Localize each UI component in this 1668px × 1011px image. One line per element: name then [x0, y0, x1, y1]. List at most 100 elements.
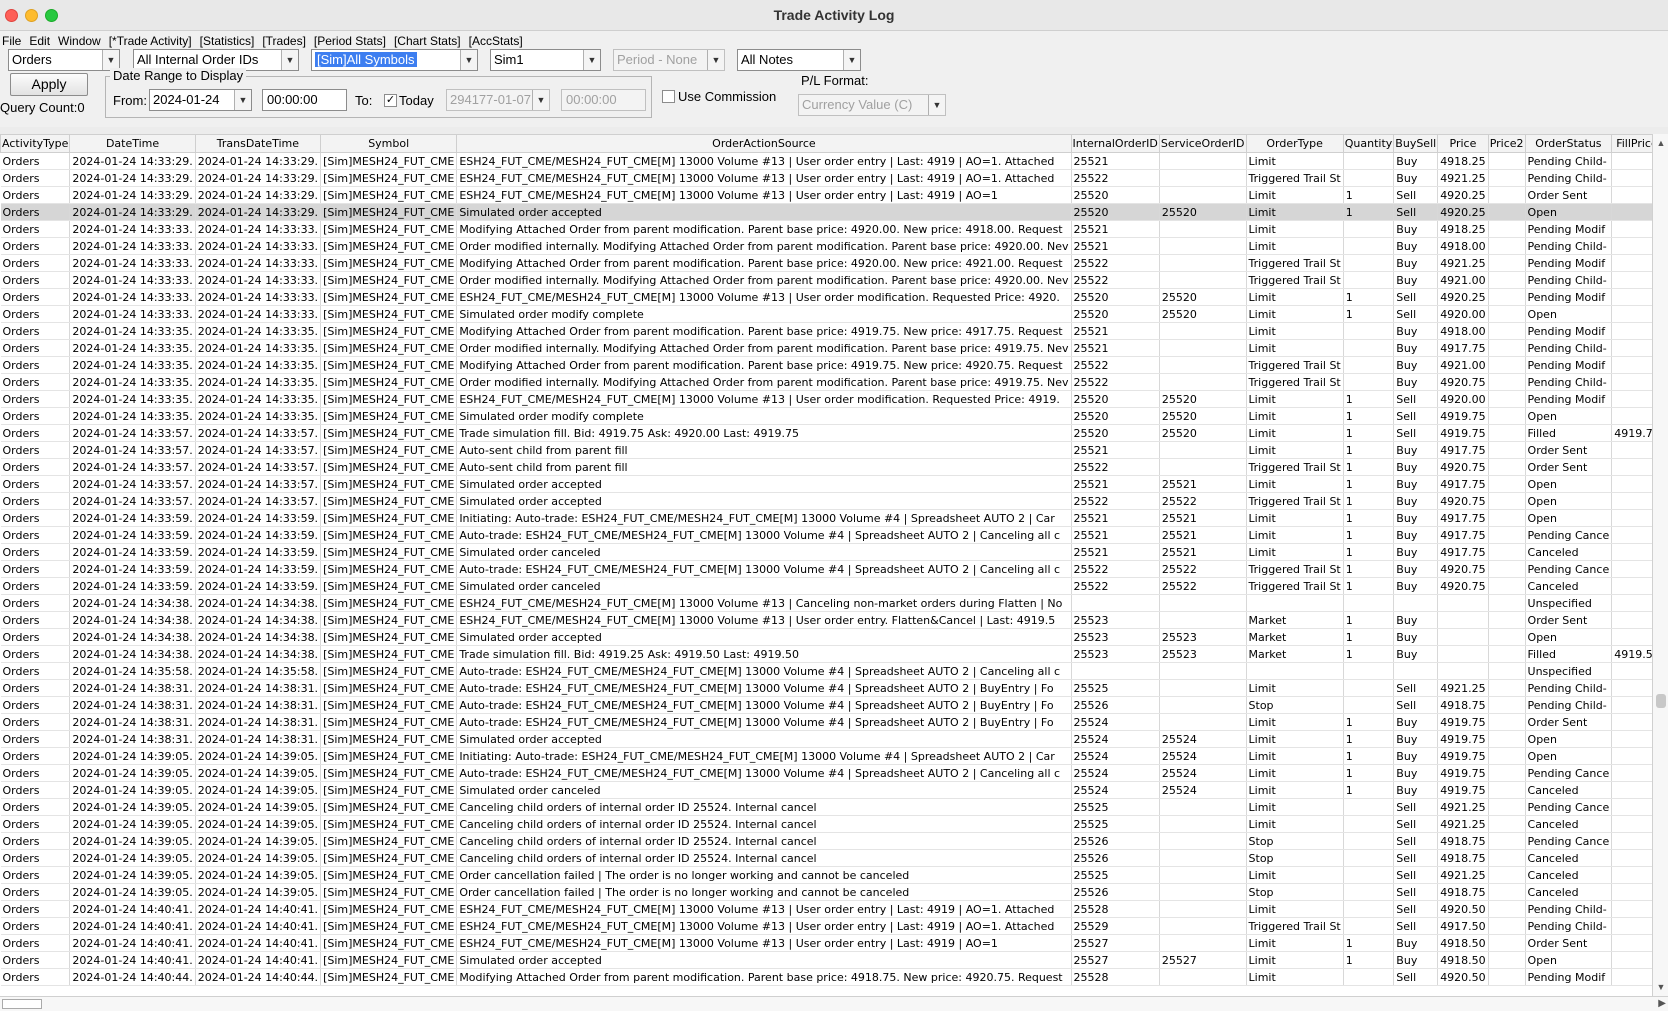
table-row[interactable]: Orders 2024-01-24 14:33:33. 2024-01-24 14:… [0, 220, 1652, 238]
table-row[interactable]: Orders 2024-01-24 14:33:29. 2024-01-24 14:… [0, 169, 1652, 187]
from-date-picker[interactable]: 2024-01-24 ▼ [149, 89, 252, 111]
symbol-select[interactable]: [Sim]All Symbols ▼ [311, 49, 478, 71]
pl-format-select[interactable]: Currency Value (C) ▼ [798, 94, 946, 116]
scroll-down-icon[interactable]: ▼ [1654, 980, 1668, 994]
notes-select[interactable]: All Notes ▼ [737, 49, 861, 71]
table-row[interactable]: Orders 2024-01-24 14:34:38. 2024-01-24 14:… [0, 645, 1652, 663]
table-row[interactable]: Orders 2024-01-24 14:33:33. 2024-01-24 14:… [0, 237, 1652, 255]
table-row[interactable]: Orders 2024-01-24 14:40:41. 2024-01-24 14:… [0, 900, 1652, 918]
table-row[interactable]: Orders 2024-01-24 14:33:57. 2024-01-24 14:… [0, 424, 1652, 442]
table-row[interactable]: Orders 2024-01-24 14:33:33. 2024-01-24 14:… [0, 271, 1652, 289]
use-commission-checkbox[interactable] [662, 90, 675, 103]
account-select[interactable]: Sim1 ▼ [490, 49, 601, 71]
menu-item-statistics[interactable]: [Statistics] [198, 34, 261, 48]
cell-serviceorderid [1159, 849, 1247, 867]
menu-item-period-stats[interactable]: [Period Stats] [312, 34, 392, 48]
table-row[interactable]: Orders 2024-01-24 14:39:05. 2024-01-24 14:… [0, 883, 1652, 901]
table-row[interactable]: Orders 2024-01-24 14:33:33. 2024-01-24 14:… [0, 288, 1652, 306]
column-header-activitytype[interactable]: ActivityType [0, 134, 71, 153]
table-row[interactable]: Orders 2024-01-24 14:39:05. 2024-01-24 14:… [0, 764, 1652, 782]
table-row[interactable]: Orders 2024-01-24 14:33:57. 2024-01-24 14:… [0, 492, 1652, 510]
table-row[interactable]: Orders 2024-01-24 14:33:33. 2024-01-24 14:… [0, 254, 1652, 272]
table-row[interactable]: Orders 2024-01-24 14:33:59. 2024-01-24 14:… [0, 543, 1652, 561]
column-header-orderstatus[interactable]: OrderStatus [1524, 134, 1613, 153]
table-row[interactable]: Orders 2024-01-24 14:33:59. 2024-01-24 14:… [0, 560, 1652, 578]
menu-item-chart-stats[interactable]: [Chart Stats] [392, 34, 467, 48]
from-time-field[interactable]: 00:00:00 [262, 89, 347, 111]
table-row[interactable]: Orders 2024-01-24 14:39:05. 2024-01-24 14:… [0, 747, 1652, 765]
table-row[interactable]: Orders 2024-01-24 14:33:59. 2024-01-24 14:… [0, 509, 1652, 527]
table-row[interactable]: Orders 2024-01-24 14:33:57. 2024-01-24 14:… [0, 458, 1652, 476]
column-header-orderactionsource[interactable]: OrderActionSource [456, 134, 1072, 153]
vertical-scrollbar[interactable]: ▲ ▼ [1652, 134, 1668, 996]
column-header-quantity[interactable]: Quantity [1342, 134, 1395, 153]
table-row[interactable]: Orders 2024-01-24 14:33:35. 2024-01-24 14:… [0, 407, 1652, 425]
menu-item-trade-activity[interactable]: [*Trade Activity] [107, 34, 198, 48]
table-row[interactable]: Orders 2024-01-24 14:33:57. 2024-01-24 14:… [0, 475, 1652, 493]
column-header-serviceorderid[interactable]: ServiceOrderID [1158, 134, 1247, 153]
scroll-thumb[interactable] [1656, 694, 1666, 708]
table-row[interactable]: Orders 2024-01-24 14:35:58. 2024-01-24 14:… [0, 662, 1652, 680]
horizontal-scroll-thumb[interactable] [2, 999, 42, 1009]
table-row[interactable]: Orders 2024-01-24 14:34:38. 2024-01-24 14:… [0, 594, 1652, 612]
table-row[interactable]: Orders 2024-01-24 14:38:31. 2024-01-24 14:… [0, 730, 1652, 748]
table-row[interactable]: Orders 2024-01-24 14:39:05. 2024-01-24 14:… [0, 815, 1652, 833]
cell-serviceorderid: 25524 [1159, 747, 1247, 765]
table-row[interactable]: Orders 2024-01-24 14:33:59. 2024-01-24 14:… [0, 577, 1652, 595]
column-header-buysell[interactable]: BuySell [1393, 134, 1439, 153]
table-row[interactable]: Orders 2024-01-24 14:40:41. 2024-01-24 14:… [0, 917, 1652, 935]
table-row[interactable]: Orders 2024-01-24 14:33:35. 2024-01-24 14:… [0, 356, 1652, 374]
table-row[interactable]: Orders 2024-01-24 14:34:38. 2024-01-24 14:… [0, 628, 1652, 646]
table-row[interactable]: Orders 2024-01-24 14:40:44. 2024-01-24 14:… [0, 968, 1652, 986]
table-row[interactable]: Orders 2024-01-24 14:33:29. 2024-01-24 14:… [0, 203, 1652, 221]
column-header-datetime[interactable]: DateTime [69, 134, 196, 153]
table-row[interactable]: Orders 2024-01-24 14:33:35. 2024-01-24 14:… [0, 373, 1652, 391]
table-row[interactable]: Orders 2024-01-24 14:39:05. 2024-01-24 14:… [0, 798, 1652, 816]
table-row[interactable]: Orders 2024-01-24 14:38:31. 2024-01-24 14:… [0, 696, 1652, 714]
table-row[interactable]: Orders 2024-01-24 14:40:41. 2024-01-24 14:… [0, 951, 1652, 969]
table-row[interactable]: Orders 2024-01-24 14:39:05. 2024-01-24 14:… [0, 866, 1652, 884]
table-row[interactable]: Orders 2024-01-24 14:33:59. 2024-01-24 14:… [0, 526, 1652, 544]
table-row[interactable]: Orders 2024-01-24 14:33:57. 2024-01-24 14:… [0, 441, 1652, 459]
table-row[interactable]: Orders 2024-01-24 14:33:35. 2024-01-24 14:… [0, 322, 1652, 340]
to-time-field[interactable]: 00:00:00 [561, 89, 646, 111]
table-row[interactable]: Orders 2024-01-24 14:39:05. 2024-01-24 14:… [0, 849, 1652, 867]
apply-button[interactable]: Apply [10, 73, 88, 96]
activity-type-select[interactable]: Orders ▼ [8, 49, 120, 71]
cell-orderactionsource: Simulated order modify complete [456, 407, 1072, 425]
period-select[interactable]: Period - None ▼ [613, 49, 725, 71]
menu-item-file[interactable]: File [0, 34, 27, 48]
column-header-ordertype[interactable]: OrderType [1245, 134, 1344, 153]
column-header-internalorderid[interactable]: InternalOrderID [1070, 134, 1160, 153]
table-row[interactable]: Orders 2024-01-24 14:39:05. 2024-01-24 14:… [0, 832, 1652, 850]
cell-serviceorderid [1159, 679, 1247, 697]
menu-item-edit[interactable]: Edit [27, 34, 56, 48]
cell-orderstatus: Pending Cance [1525, 832, 1613, 850]
table-row[interactable]: Orders 2024-01-24 14:38:31. 2024-01-24 14:… [0, 679, 1652, 697]
table-row[interactable]: Orders 2024-01-24 14:33:29. 2024-01-24 14:… [0, 186, 1652, 204]
menu-item-accstats[interactable]: [AccStats] [467, 34, 529, 48]
table-row[interactable]: Orders 2024-01-24 14:39:05. 2024-01-24 14:… [0, 781, 1652, 799]
cell-datetime: 2024-01-24 14:38:31. [69, 730, 196, 748]
today-checkbox[interactable]: ✓ [384, 94, 397, 107]
menu-item-trades[interactable]: [Trades] [260, 34, 312, 48]
cell-datetime: 2024-01-24 14:34:38. [69, 611, 196, 629]
scroll-up-icon[interactable]: ▲ [1654, 136, 1668, 150]
table-row[interactable]: Orders 2024-01-24 14:33:35. 2024-01-24 14:… [0, 390, 1652, 408]
column-header-price2[interactable]: Price2 [1487, 134, 1526, 153]
column-header-symbol[interactable]: Symbol [320, 134, 458, 153]
scroll-right-icon[interactable]: ▶ [1658, 997, 1666, 1011]
menu-item-window[interactable]: Window [56, 34, 107, 48]
table-row[interactable]: Orders 2024-01-24 14:33:29. 2024-01-24 14:… [0, 152, 1652, 170]
column-header-transdatetime[interactable]: TransDateTime [194, 134, 322, 153]
cell-activitytype: Orders [0, 390, 71, 408]
column-header-fillprice[interactable]: FillPrice [1611, 134, 1652, 153]
horizontal-scrollbar[interactable]: ▶ [0, 996, 1668, 1011]
table-row[interactable]: Orders 2024-01-24 14:33:35. 2024-01-24 14:… [0, 339, 1652, 357]
table-row[interactable]: Orders 2024-01-24 14:40:41. 2024-01-24 14:… [0, 934, 1652, 952]
to-date-picker[interactable]: 294177-01-07 ▼ [446, 89, 550, 111]
table-row[interactable]: Orders 2024-01-24 14:34:38. 2024-01-24 14:… [0, 611, 1652, 629]
table-row[interactable]: Orders 2024-01-24 14:38:31. 2024-01-24 14:… [0, 713, 1652, 731]
table-row[interactable]: Orders 2024-01-24 14:33:33. 2024-01-24 14:… [0, 305, 1652, 323]
column-header-price[interactable]: Price [1437, 134, 1489, 153]
